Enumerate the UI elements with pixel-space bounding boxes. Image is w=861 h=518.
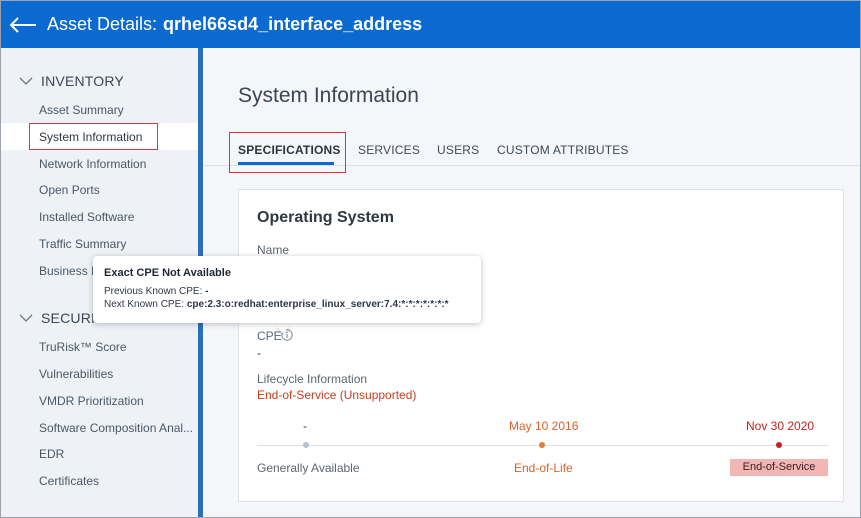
asset-name: qrhel66sd4_interface_address [163, 14, 423, 34]
tooltip-next-label: Next Known CPE: [104, 299, 185, 310]
tab-users[interactable]: USERS [437, 143, 479, 157]
header-title-prefix: Asset Details: [47, 14, 158, 34]
timeline-label-eol: End-of-Life [514, 461, 573, 475]
sidebar-item-asset-summary[interactable]: Asset Summary [39, 103, 124, 117]
highlight-box-system-information [29, 123, 158, 150]
tooltip-title: Exact CPE Not Available [104, 267, 231, 279]
cpe-label: CPE [257, 329, 282, 343]
page-title: System Information [238, 84, 419, 107]
back-arrow-icon[interactable] [9, 15, 37, 35]
sidebar-section-label: INVENTORY [41, 73, 124, 89]
tooltip-next-cpe: Next Known CPE: cpe:2.3:o:redhat:enterpr… [104, 299, 449, 310]
name-label: Name [257, 243, 290, 257]
timeline-dot-eos [776, 442, 782, 448]
timeline-label-eos-badge: End-of-Service [730, 459, 828, 476]
operating-system-card [238, 189, 844, 502]
card-title: Operating System [257, 209, 394, 226]
sidebar-item-business[interactable]: Business I [39, 264, 94, 278]
sidebar-item-vulnerabilities[interactable]: Vulnerabilities [39, 367, 113, 381]
highlight-box-specifications [229, 132, 346, 173]
sidebar-item-installed-software[interactable]: Installed Software [39, 210, 134, 224]
sidebar-item-open-ports[interactable]: Open Ports [39, 183, 100, 197]
chevron-down-icon [19, 77, 33, 85]
tooltip-previous-value: - [205, 286, 209, 297]
timeline-label-ga: Generally Available [257, 461, 360, 475]
timeline-dot-ga [303, 442, 309, 448]
top-bar: Asset Details: qrhel66sd4_interface_addre… [1, 1, 860, 48]
sidebar-item-trurisk-score[interactable]: TruRisk™ Score [39, 340, 127, 354]
sidebar-item-traffic-summary[interactable]: Traffic Summary [39, 237, 126, 251]
chevron-down-icon [19, 314, 33, 322]
timeline-date-ga: - [303, 419, 307, 433]
timeline-dot-eol [539, 442, 545, 448]
lifecycle-label: Lifecycle Information [257, 372, 368, 386]
sidebar-item-certificates[interactable]: Certificates [39, 474, 99, 488]
tab-custom-attributes[interactable]: CUSTOM ATTRIBUTES [497, 143, 629, 157]
sidebar-item-software-composition[interactable]: Software Composition Anal... [39, 421, 193, 435]
tab-services[interactable]: SERVICES [358, 143, 420, 157]
tooltip-previous-label: Previous Known CPE: [104, 286, 203, 297]
cpe-value: - [257, 346, 261, 360]
sidebar-section-inventory[interactable]: INVENTORY [19, 73, 124, 89]
sidebar-item-vmdr-prioritization[interactable]: VMDR Prioritization [39, 394, 144, 408]
timeline-date-eol: May 10 2016 [509, 419, 579, 433]
timeline-date-eos: Nov 30 2020 [746, 419, 815, 433]
lifecycle-status: End-of-Service (Unsupported) [257, 388, 417, 402]
sidebar-item-edr[interactable]: EDR [39, 447, 64, 461]
sidebar-item-network-information[interactable]: Network Information [39, 157, 146, 171]
tooltip-previous-cpe: Previous Known CPE: - [104, 286, 209, 297]
tooltip-next-value: cpe:2.3:o:redhat:enterprise_linux_server… [186, 299, 449, 310]
page-header-title: Asset Details: qrhel66sd4_interface_addre… [47, 14, 422, 35]
